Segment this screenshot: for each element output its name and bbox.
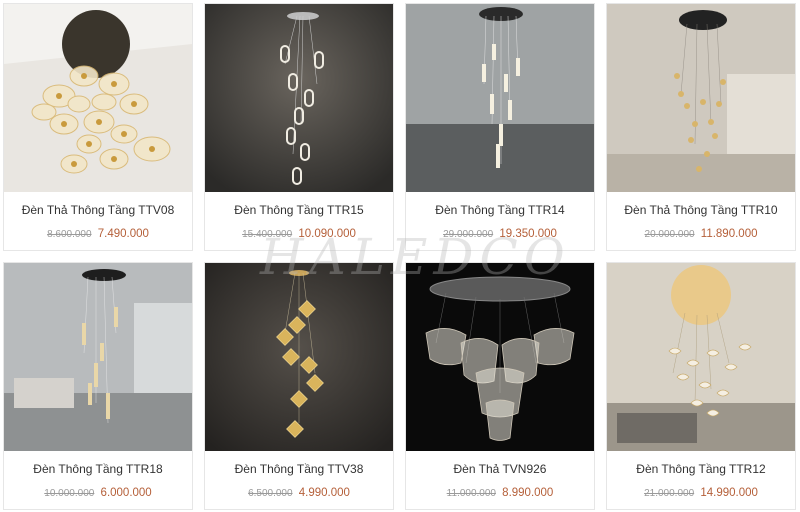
sale-price: 8.990.000 <box>502 487 554 499</box>
product-image[interactable] <box>4 4 192 192</box>
product-price: 11.000.000 8.990.000 <box>406 487 594 499</box>
product-card[interactable]: Đèn Thông Tầng TTR18 10.000.000 6.000.00… <box>3 262 193 510</box>
product-card[interactable]: Đèn Thả Thông Tầng TTR10 20.000.000 11.8… <box>606 3 796 251</box>
product-name[interactable]: Đèn Thông Tầng TTR15 <box>205 203 393 217</box>
old-price: 6.500.000 <box>248 488 293 499</box>
product-price: 29.000.000 19.350.000 <box>406 228 594 240</box>
product-card[interactable]: Đèn Thông Tầng TTR15 15.400.000 10.090.0… <box>204 3 394 251</box>
product-image[interactable] <box>607 263 795 451</box>
sale-price: 19.350.000 <box>499 228 557 240</box>
old-price: 11.000.000 <box>446 488 496 499</box>
product-card[interactable]: Đèn Thả TVN926 11.000.000 8.990.000 <box>405 262 595 510</box>
product-price: 20.000.000 11.890.000 <box>607 228 795 240</box>
product-image[interactable] <box>4 263 192 451</box>
product-name[interactable]: Đèn Thông Tầng TTR18 <box>4 462 192 476</box>
sale-price: 6.000.000 <box>100 487 152 499</box>
old-price: 8.600.000 <box>47 229 92 240</box>
old-price: 15.400.000 <box>242 229 293 240</box>
product-image[interactable] <box>607 4 795 192</box>
sale-price: 4.990.000 <box>298 487 350 499</box>
old-price: 29.000.000 <box>443 229 494 240</box>
product-image[interactable] <box>205 263 393 451</box>
product-price: 21.000.000 14.990.000 <box>607 487 795 499</box>
product-image[interactable] <box>205 4 393 192</box>
product-price: 8.600.000 7.490.000 <box>4 228 192 240</box>
product-grid: Đèn Thả Thông Tầng TTV08 8.600.000 7.490… <box>0 0 800 512</box>
product-name[interactable]: Đèn Thả Thông Tầng TTR10 <box>607 203 795 217</box>
product-name[interactable]: Đèn Thông Tầng TTR14 <box>406 203 594 217</box>
sale-price: 10.090.000 <box>298 228 356 240</box>
product-price: 6.500.000 4.990.000 <box>205 487 393 499</box>
product-card[interactable]: Đèn Thả Thông Tầng TTV08 8.600.000 7.490… <box>3 3 193 251</box>
product-image[interactable] <box>406 4 594 192</box>
product-name[interactable]: Đèn Thả TVN926 <box>406 462 594 476</box>
product-price: 15.400.000 10.090.000 <box>205 228 393 240</box>
product-name[interactable]: Đèn Thông Tầng TTR12 <box>607 462 795 476</box>
product-name[interactable]: Đèn Thông Tầng TTV38 <box>205 462 393 476</box>
sale-price: 7.490.000 <box>97 228 149 240</box>
old-price: 20.000.000 <box>644 229 695 240</box>
product-image[interactable] <box>406 263 594 451</box>
product-card[interactable]: Đèn Thông Tầng TTR12 21.000.000 14.990.0… <box>606 262 796 510</box>
product-card[interactable]: Đèn Thông Tầng TTV38 6.500.000 4.990.000 <box>204 262 394 510</box>
sale-price: 11.890.000 <box>700 228 758 240</box>
old-price: 21.000.000 <box>644 488 695 499</box>
product-card[interactable]: Đèn Thông Tầng TTR14 29.000.000 19.350.0… <box>405 3 595 251</box>
old-price: 10.000.000 <box>44 488 95 499</box>
product-price: 10.000.000 6.000.000 <box>4 487 192 499</box>
product-name[interactable]: Đèn Thả Thông Tầng TTV08 <box>4 203 192 217</box>
sale-price: 14.990.000 <box>700 487 758 499</box>
